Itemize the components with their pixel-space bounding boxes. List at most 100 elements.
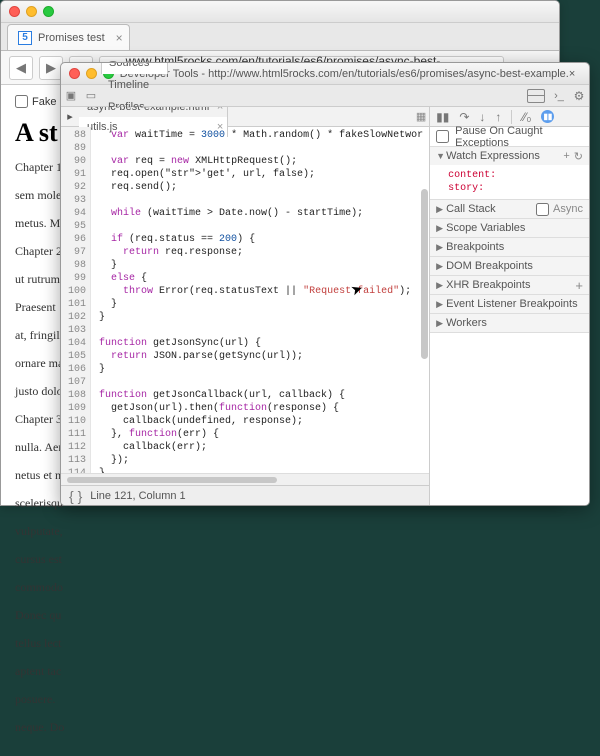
back-icon: ◀ (16, 60, 26, 76)
code-editor[interactable]: 88 89 90 91 92 93 94 95 96 97 98 99 100 … (61, 127, 429, 473)
event-bp-header[interactable]: ▶Event Listener Breakpoints (430, 295, 589, 313)
xhr-bp-section: ▶XHR Breakpoints + (430, 276, 589, 295)
section-label: Breakpoints (446, 241, 504, 253)
page-text: cursus est (15, 550, 545, 568)
sources-panel: ▸ async-best-example.html×utils.js× ▦ 88… (61, 107, 430, 505)
panel-tab-sources[interactable]: Sources (101, 62, 168, 74)
close-icon[interactable]: × (217, 107, 223, 113)
breakpoints-section: ▶Breakpoints (430, 238, 589, 257)
inspect-icon[interactable]: ▣ (61, 89, 81, 102)
event-bp-section: ▶Event Listener Breakpoints (430, 295, 589, 314)
favicon-icon: 5 (18, 31, 32, 45)
workers-section: ▶Workers (430, 314, 589, 333)
chevron-right-icon: ▶ (436, 299, 446, 310)
chevron-right-icon: ▶ (436, 242, 446, 253)
page-text: aptent tac (15, 662, 545, 680)
window-controls (9, 6, 54, 17)
page-text: vulputate, (15, 522, 545, 540)
chevron-right-icon: ▶ (436, 223, 446, 234)
panel-tab-timeline[interactable]: Timeline (101, 74, 168, 96)
scope-header[interactable]: ▶Scope Variables (430, 219, 589, 237)
section-label: XHR Breakpoints (446, 279, 530, 291)
watch-expression[interactable]: content: (448, 169, 583, 182)
section-label: Scope Variables (446, 222, 525, 234)
chevron-down-icon: ▼ (436, 151, 446, 161)
pause-icon[interactable]: ▮▮ (436, 110, 449, 124)
section-label: Watch Expressions (446, 150, 540, 162)
chevron-right-icon: ▶ (436, 318, 446, 329)
callstack-section: ▶ Call Stack Async (430, 200, 589, 219)
chevron-right-icon: ▶ (436, 204, 446, 215)
vertical-scrollbar[interactable] (421, 129, 428, 473)
chevron-right-icon: ▶ (436, 280, 446, 291)
watch-actions: +↻ (563, 150, 583, 163)
async-toggle[interactable]: Async (536, 203, 583, 216)
pause-caught-checkbox[interactable] (436, 130, 449, 143)
dom-bp-section: ▶DOM Breakpoints (430, 257, 589, 276)
forward-icon: ▶ (46, 60, 56, 76)
debugger-sidebar: ▮▮ ↷ ↓ ↑ ⁄⁄₀ ▮▮ Pause On Caught Exceptio… (430, 107, 589, 505)
scope-section: ▶Scope Variables (430, 219, 589, 238)
step-over-icon[interactable]: ↷ (459, 110, 469, 124)
file-tab[interactable]: async-best-example.html× (79, 107, 228, 117)
devtools-window: Developer Tools - http://www.html5rocks.… (60, 62, 590, 506)
watch-body: content: story: (430, 165, 589, 199)
workers-header[interactable]: ▶Workers (430, 314, 589, 332)
browser-tab[interactable]: 5 Promises test × (7, 24, 130, 50)
zoom-window-icon[interactable] (43, 6, 54, 17)
dom-bp-header[interactable]: ▶DOM Breakpoints (430, 257, 589, 275)
sidebar-toggle-icon[interactable]: ▦ (413, 110, 429, 123)
pause-exceptions-icon[interactable]: ▮▮ (541, 110, 554, 123)
devtools-title: Developer Tools - http://www.html5rocks.… (114, 68, 581, 80)
close-tab-icon[interactable]: × (116, 31, 123, 45)
async-label: Async (553, 203, 583, 216)
add-icon[interactable]: + (575, 278, 583, 293)
line-gutter: 88 89 90 91 92 93 94 95 96 97 98 99 100 … (61, 127, 91, 473)
watch-header[interactable]: ▼ Watch Expressions +↻ (430, 147, 589, 165)
pause-caught-label: Pause On Caught Exceptions (455, 125, 583, 149)
watch-section: ▼ Watch Expressions +↻ content: story: (430, 147, 589, 200)
drawer-icon[interactable] (527, 89, 545, 103)
section-label: DOM Breakpoints (446, 260, 533, 272)
code-text: var waitTime = 3000 * Math.random() * fa… (91, 127, 429, 473)
file-tabstrip: ▸ async-best-example.html×utils.js× ▦ (61, 107, 429, 127)
horizontal-scrollbar[interactable] (61, 473, 429, 485)
settings-icon[interactable]: ⚙ (569, 89, 589, 103)
section-label: Workers (446, 317, 487, 329)
devtools-panel-tabs: ▣ ▭ ElementsNetworkSourcesTimelineProfil… (61, 85, 589, 107)
console-toggle-icon[interactable]: ›_ (549, 90, 569, 102)
step-out-icon[interactable]: ↑ (495, 110, 501, 124)
add-icon[interactable]: + (563, 150, 569, 163)
callstack-header[interactable]: ▶ Call Stack Async (430, 200, 589, 218)
xhr-bp-header[interactable]: ▶XHR Breakpoints + (430, 276, 589, 294)
cursor-position: Line 121, Column 1 (90, 490, 185, 502)
async-checkbox[interactable] (536, 203, 549, 216)
step-into-icon[interactable]: ↓ (479, 110, 485, 124)
tab-title: Promises test (38, 32, 105, 44)
page-text: tellus lect (15, 634, 545, 652)
fake-checkbox-input[interactable] (15, 95, 28, 108)
status-bar: { } Line 121, Column 1 (61, 485, 429, 505)
page-text: neque. Do (15, 718, 545, 736)
page-text: Donec qu (15, 606, 545, 624)
close-window-icon[interactable] (9, 6, 20, 17)
minimize-window-icon[interactable] (86, 68, 97, 79)
section-label: Call Stack (446, 203, 496, 215)
refresh-icon[interactable]: ↻ (574, 150, 583, 163)
close-window-icon[interactable] (69, 68, 80, 79)
navigator-toggle-icon[interactable]: ▸ (61, 110, 79, 123)
braces-icon[interactable]: { } (69, 488, 82, 504)
browser-titlebar (1, 1, 559, 23)
watch-expression[interactable]: story: (448, 182, 583, 195)
back-button[interactable]: ◀ (9, 56, 33, 80)
device-icon[interactable]: ▭ (81, 89, 101, 102)
section-label: Event Listener Breakpoints (446, 298, 577, 310)
browser-tabstrip: 5 Promises test × (1, 23, 559, 51)
pause-caught-row[interactable]: Pause On Caught Exceptions (430, 127, 589, 147)
deactivate-bp-icon[interactable]: ⁄⁄₀ (522, 110, 531, 124)
page-text: posuere. (15, 690, 545, 708)
minimize-window-icon[interactable] (26, 6, 37, 17)
chevron-right-icon: ▶ (436, 261, 446, 272)
page-text: commodo (15, 578, 545, 596)
breakpoints-header[interactable]: ▶Breakpoints (430, 238, 589, 256)
